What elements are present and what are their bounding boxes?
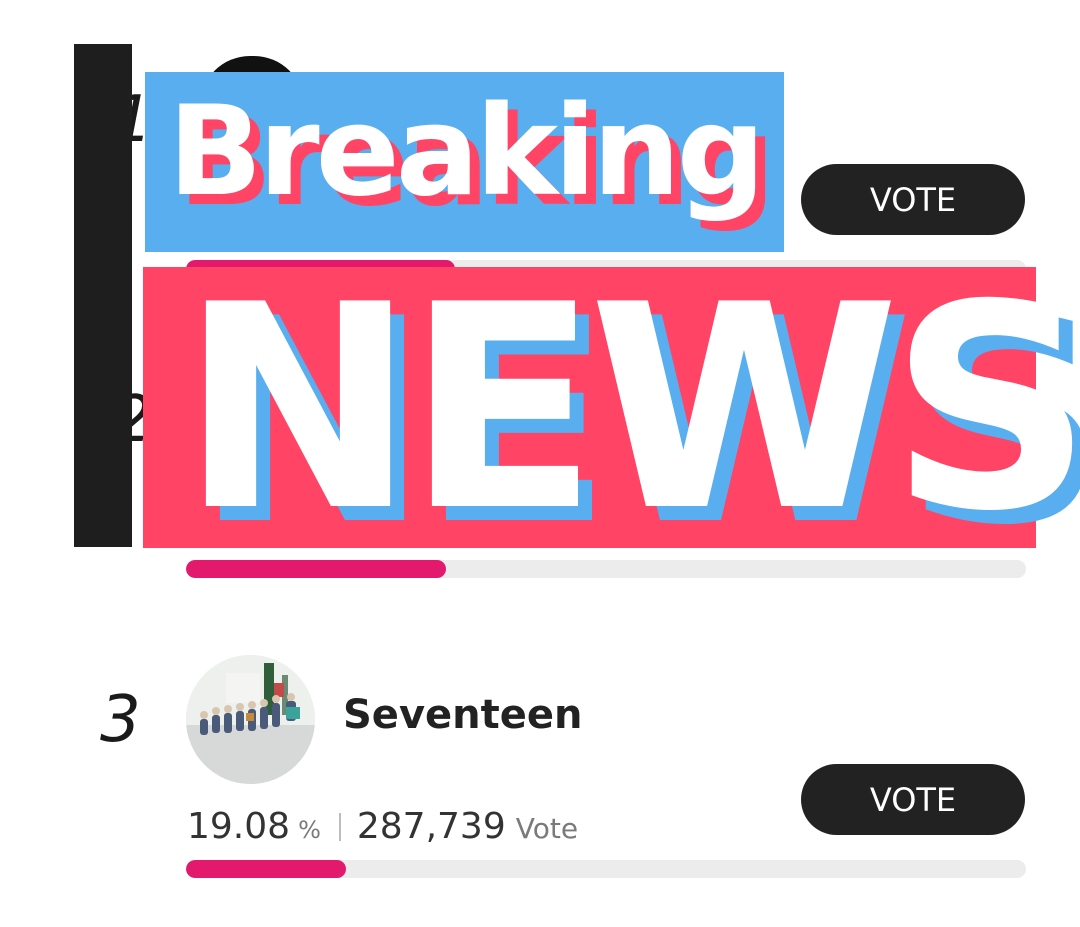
- artist-avatar[interactable]: [186, 655, 315, 784]
- stats-divider: [338, 812, 341, 841]
- vote-count: 287,739: [356, 806, 506, 847]
- vote-progress-fill: [186, 860, 346, 878]
- percent-unit: %: [298, 816, 321, 844]
- vote-stats: 19.08 % 287,739 Vote: [187, 806, 578, 847]
- news-title: NEWS: [180, 244, 1080, 573]
- vote-button[interactable]: VOTE: [801, 164, 1025, 235]
- rank-number: 3: [100, 683, 141, 757]
- breaking-title: Breaking: [168, 80, 765, 224]
- group-photo-image: [186, 655, 315, 784]
- vote-unit: Vote: [515, 812, 579, 845]
- overlay-dark-panel: [74, 44, 132, 547]
- vote-progress-bar: [186, 860, 1026, 878]
- vote-percentage: 19.08: [187, 806, 291, 847]
- artist-name: Seventeen: [343, 692, 583, 738]
- vote-button[interactable]: VOTE: [801, 764, 1025, 835]
